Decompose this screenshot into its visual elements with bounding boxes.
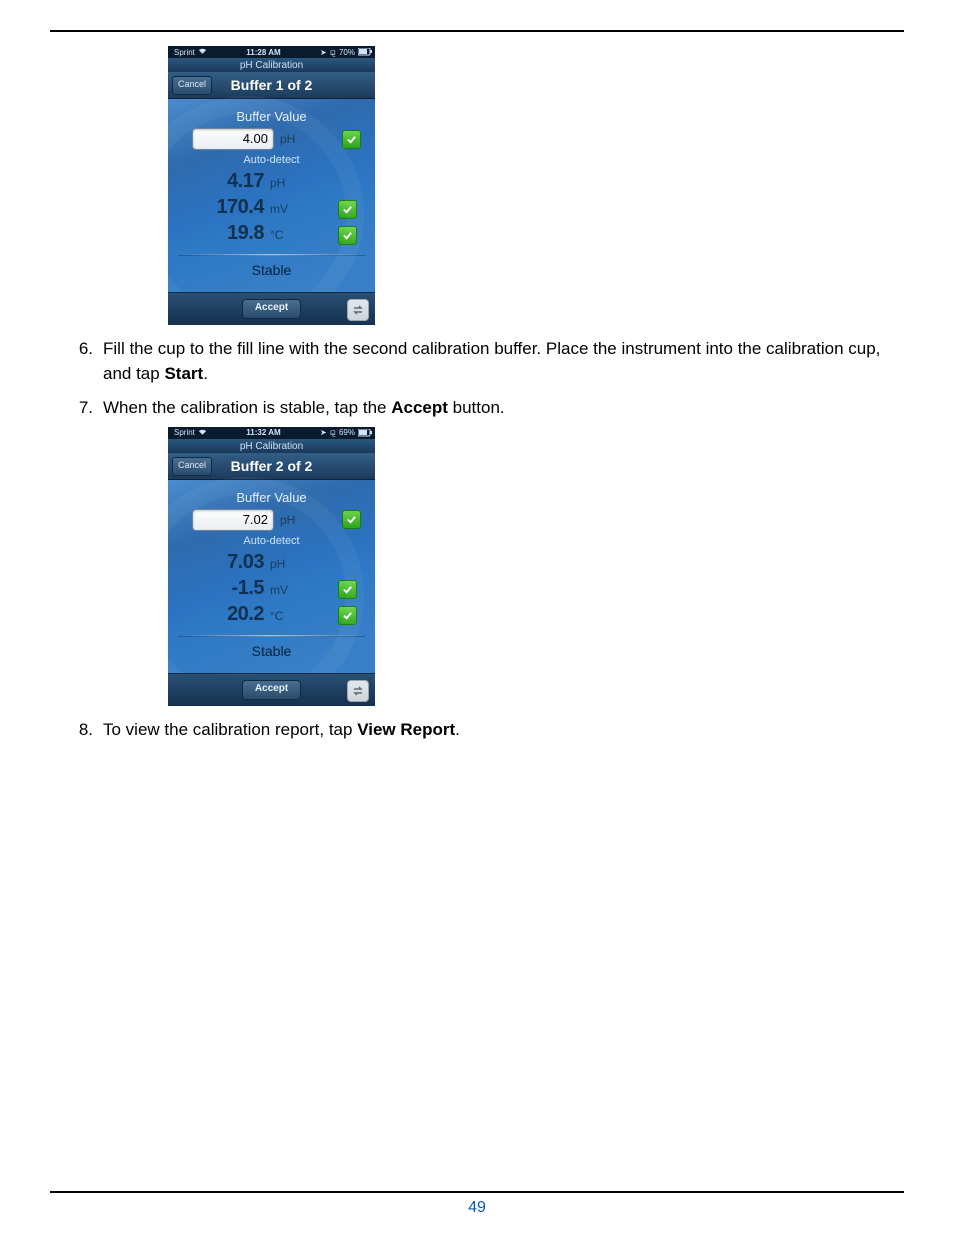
auto-detect-label: Auto-detect bbox=[176, 154, 367, 166]
status-bar: Sprint 11:28 AM ➤ ⚼ 70% bbox=[168, 46, 375, 58]
reading-mv-unit: mV bbox=[270, 583, 296, 597]
reading-ph-unit: pH bbox=[270, 176, 296, 190]
check-icon[interactable] bbox=[338, 226, 357, 245]
battery-icon bbox=[358, 48, 372, 56]
step-number: 8. bbox=[60, 718, 103, 743]
app-title: pH Calibration bbox=[168, 58, 375, 72]
separator bbox=[178, 254, 365, 256]
accept-button[interactable]: Accept bbox=[242, 299, 301, 319]
cancel-button[interactable]: Cancel bbox=[172, 457, 212, 476]
stable-label: Stable bbox=[176, 641, 367, 663]
top-rule bbox=[50, 30, 904, 32]
step-bold: View Report bbox=[357, 720, 455, 739]
page-number: 49 bbox=[50, 1199, 904, 1217]
buffer-value-label: Buffer Value bbox=[176, 490, 367, 505]
step-8: 8. To view the calibration report, tap V… bbox=[60, 718, 894, 743]
bluetooth-icon: ⚼ bbox=[330, 427, 336, 438]
nav-bar: Cancel Buffer 1 of 2 bbox=[168, 72, 375, 99]
location-icon: ➤ bbox=[320, 428, 327, 437]
reading-ph-unit: pH bbox=[270, 557, 296, 571]
accept-button[interactable]: Accept bbox=[242, 680, 301, 700]
phone-screenshot-2: Sprint 11:32 AM ➤ ⚼ 69% pH Calibration bbox=[168, 427, 375, 706]
step-bold: Accept bbox=[391, 398, 448, 417]
check-icon[interactable] bbox=[342, 130, 361, 149]
battery-icon bbox=[358, 429, 372, 437]
battery-percent: 69% bbox=[339, 428, 355, 437]
phone-body: Buffer Value 4.00 pH Auto-detect 4.17 pH bbox=[168, 99, 375, 292]
bluetooth-icon: ⚼ bbox=[330, 47, 336, 58]
app-title: pH Calibration bbox=[168, 439, 375, 453]
step-text: Fill the cup to the fill line with the s… bbox=[103, 339, 880, 383]
status-bar: Sprint 11:32 AM ➤ ⚼ 69% bbox=[168, 427, 375, 439]
check-icon[interactable] bbox=[338, 606, 357, 625]
auto-detect-label: Auto-detect bbox=[176, 535, 367, 547]
carrier-label: Sprint bbox=[174, 48, 195, 57]
step-number: 6. bbox=[60, 337, 103, 386]
step-bold: Start bbox=[164, 364, 203, 383]
carrier-label: Sprint bbox=[174, 428, 195, 437]
buffer-unit: pH bbox=[280, 513, 295, 527]
location-icon: ➤ bbox=[320, 48, 327, 57]
swap-icon[interactable] bbox=[347, 299, 369, 321]
reading-mv-unit: mV bbox=[270, 202, 296, 216]
step-6: 6. Fill the cup to the fill line with th… bbox=[60, 337, 894, 386]
phone-screenshot-1: Sprint 11:28 AM ➤ ⚼ 70% pH Calibration bbox=[168, 46, 375, 325]
phone-body: Buffer Value 7.02 pH Auto-detect 7.03 pH bbox=[168, 480, 375, 673]
bottom-toolbar: Accept bbox=[168, 292, 375, 325]
check-icon[interactable] bbox=[338, 580, 357, 599]
step-number: 7. bbox=[60, 396, 103, 421]
reading-mv-value: 170.4 bbox=[204, 196, 264, 219]
clock-label: 11:28 AM bbox=[246, 48, 280, 57]
cancel-button[interactable]: Cancel bbox=[172, 76, 212, 95]
bottom-toolbar: Accept bbox=[168, 673, 375, 706]
buffer-value-input[interactable]: 7.02 bbox=[192, 509, 274, 531]
step-text: To view the calibration report, tap bbox=[103, 720, 357, 739]
reading-ph-value: 4.17 bbox=[204, 170, 264, 193]
wifi-icon bbox=[198, 47, 207, 57]
stable-label: Stable bbox=[176, 260, 367, 282]
buffer-value-input[interactable]: 4.00 bbox=[192, 128, 274, 150]
clock-label: 11:32 AM bbox=[246, 428, 280, 437]
reading-temp-unit: °C bbox=[270, 228, 296, 242]
reading-temp-value: 20.2 bbox=[204, 603, 264, 626]
separator bbox=[178, 635, 365, 637]
buffer-unit: pH bbox=[280, 132, 295, 146]
swap-icon[interactable] bbox=[347, 680, 369, 702]
step-text-post: . bbox=[455, 720, 460, 739]
buffer-value-label: Buffer Value bbox=[176, 109, 367, 124]
reading-mv-value: -1.5 bbox=[204, 577, 264, 600]
step-text: When the calibration is stable, tap the bbox=[103, 398, 391, 417]
battery-percent: 70% bbox=[339, 48, 355, 57]
reading-ph-value: 7.03 bbox=[204, 551, 264, 574]
step-7: 7. When the calibration is stable, tap t… bbox=[60, 396, 894, 421]
nav-title: Buffer 2 of 2 bbox=[231, 458, 313, 474]
check-icon[interactable] bbox=[342, 510, 361, 529]
reading-temp-unit: °C bbox=[270, 609, 296, 623]
nav-bar: Cancel Buffer 2 of 2 bbox=[168, 453, 375, 480]
bottom-rule bbox=[50, 1191, 904, 1193]
reading-temp-value: 19.8 bbox=[204, 222, 264, 245]
step-text-post: . bbox=[203, 364, 208, 383]
nav-title: Buffer 1 of 2 bbox=[231, 77, 313, 93]
check-icon[interactable] bbox=[338, 200, 357, 219]
step-text-post: button. bbox=[448, 398, 505, 417]
wifi-icon bbox=[198, 428, 207, 438]
